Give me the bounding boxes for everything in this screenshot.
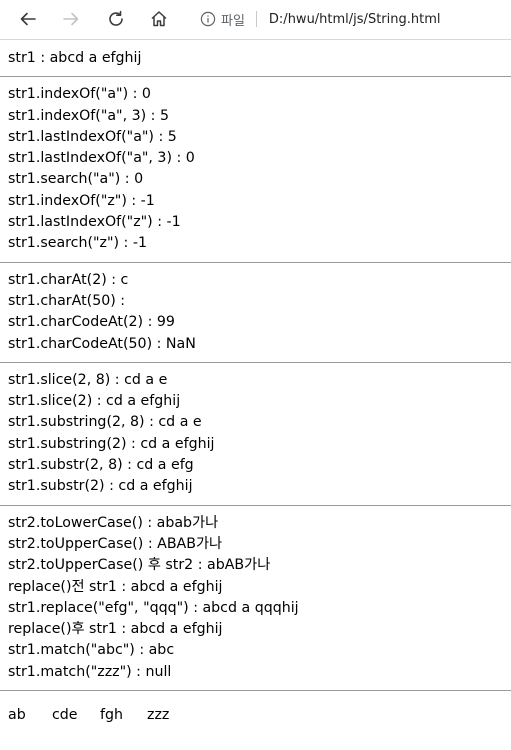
back-button[interactable] xyxy=(13,4,43,34)
divider xyxy=(0,690,511,692)
forward-arrow-icon xyxy=(63,12,79,26)
output-line: str1 : abcd a efghij xyxy=(8,50,142,66)
output-line: str2.toUpperCase() : ABAB가나 xyxy=(8,535,223,552)
output-line: str2.toLowerCase() : abab가나 xyxy=(8,514,219,531)
url-text[interactable]: D:/hwu/html/js/String.html xyxy=(269,12,441,27)
page-content: str1 : abcd a efghij str1.indexOf("a") :… xyxy=(0,40,511,726)
output-line: str1.indexOf("a") : 0 xyxy=(8,86,151,103)
split-word: zzz xyxy=(147,707,170,724)
split-word: ab xyxy=(8,707,26,724)
section-slice: str1.slice(2, 8) : cd a e str1.slice(2) … xyxy=(8,370,511,498)
output-line: str1.charCodeAt(50) : NaN xyxy=(8,335,196,352)
output-line: str1.match("abc") : abc xyxy=(8,642,175,659)
divider xyxy=(0,261,511,263)
forward-button[interactable] xyxy=(56,4,86,34)
refresh-button[interactable] xyxy=(101,4,131,34)
output-line: str1.indexOf("z") : -1 xyxy=(8,192,155,209)
output-line: str1.substring(2) : cd a efghij xyxy=(8,435,215,452)
output-line: str1.slice(2, 8) : cd a e xyxy=(8,371,168,388)
output-line: str2.toUpperCase() 후 str2 : abAB가나 xyxy=(8,557,271,574)
split-word: cde xyxy=(52,707,78,724)
output-line: str1.charCodeAt(2) : 99 xyxy=(8,314,175,331)
output-line: str1.lastIndexOf("z") : -1 xyxy=(8,214,181,231)
address-bar[interactable]: 파일 D:/hwu/html/js/String.html xyxy=(188,4,511,34)
output-line: str1.indexOf("a", 3) : 5 xyxy=(8,107,169,124)
divider xyxy=(0,361,511,363)
browser-toolbar: 파일 D:/hwu/html/js/String.html xyxy=(0,0,511,40)
output-line: str1.search("z") : -1 xyxy=(8,235,147,252)
section-charat: str1.charAt(2) : c str1.charAt(50) : str… xyxy=(8,270,511,355)
output-line: str1.charAt(2) : c xyxy=(8,271,129,288)
divider xyxy=(0,76,511,78)
output-line: replace()전 str1 : abcd a efghij xyxy=(8,578,223,595)
divider xyxy=(0,504,511,506)
output-line: str1.lastIndexOf("a", 3) : 0 xyxy=(8,150,195,167)
output-line: str1.charAt(50) : xyxy=(8,292,126,309)
section-case-replace: str2.toLowerCase() : abab가나 str2.toUpper… xyxy=(8,513,511,683)
home-button[interactable] xyxy=(144,4,174,34)
output-line: str1.match("zzz") : null xyxy=(8,663,172,680)
section-search: str1.indexOf("a") : 0 str1.indexOf("a", … xyxy=(8,84,511,254)
home-icon xyxy=(151,11,167,27)
output-line: str1.substr(2) : cd a efghij xyxy=(8,478,193,495)
split-words: ab cde fgh zzz xyxy=(8,705,511,726)
split-word: fgh xyxy=(100,707,123,724)
back-arrow-icon xyxy=(20,12,36,26)
output-line: str1.search("a") : 0 xyxy=(8,171,144,188)
output-line: str1.substring(2, 8) : cd a e xyxy=(8,414,202,431)
refresh-icon xyxy=(109,10,123,26)
output-line: str1.slice(2) : cd a efghij xyxy=(8,393,181,410)
file-scheme-label: 파일 xyxy=(221,13,245,29)
address-separator xyxy=(255,11,257,27)
output-line: str1.substr(2, 8) : cd a efg xyxy=(8,457,194,474)
output-line: replace()후 str1 : abcd a efghij xyxy=(8,621,223,638)
section-string: str1 : abcd a efghij xyxy=(8,48,511,69)
output-line: str1.lastIndexOf("a") : 5 xyxy=(8,128,177,145)
output-line: str1.replace("efg", "qqq") : abcd a qqqh… xyxy=(8,599,299,616)
info-icon[interactable] xyxy=(200,11,216,27)
